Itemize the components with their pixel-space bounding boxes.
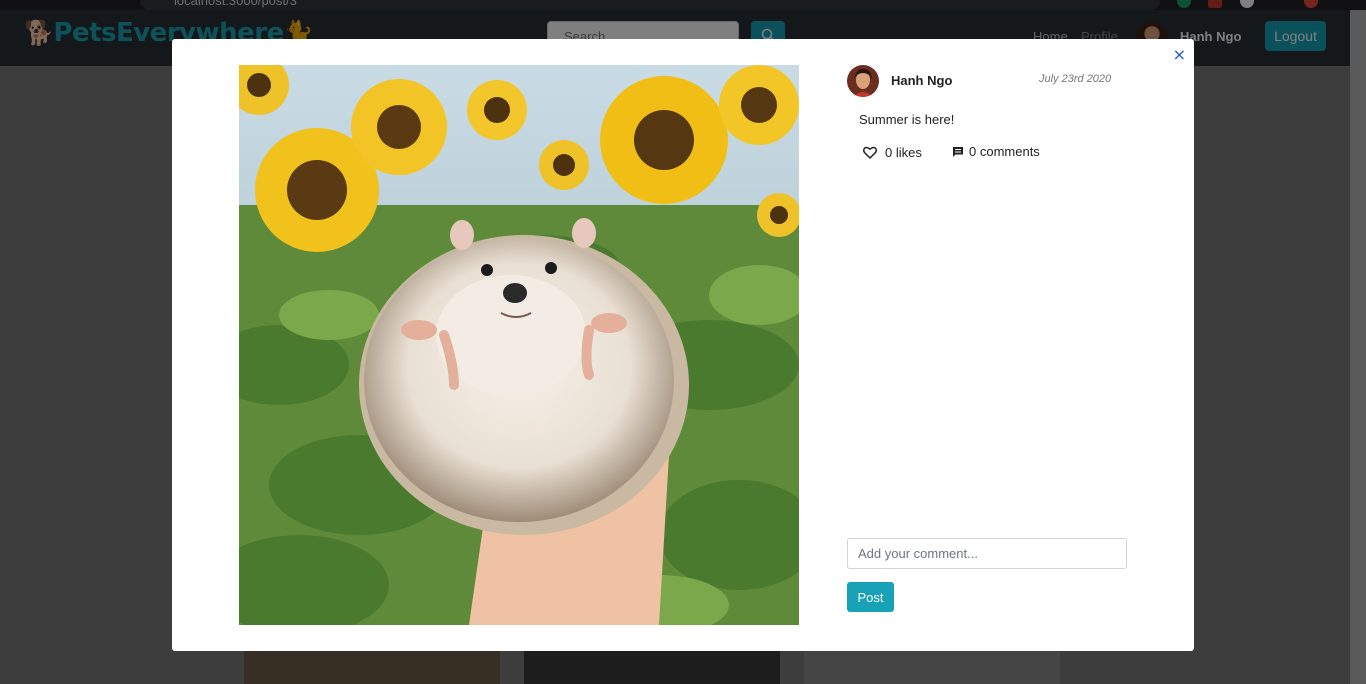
heart-outline-icon	[863, 146, 877, 159]
post-details: Hanh Ngo July 23rd 2020 Summer is here! …	[847, 65, 1127, 625]
likes-count: 0 likes	[885, 145, 922, 160]
post-modal: × Hanh Ngo July 23rd 2020 Summer is here…	[172, 39, 1194, 651]
like-button[interactable]: 0 likes	[863, 145, 922, 160]
post-photo	[239, 65, 799, 625]
comment-input[interactable]	[847, 538, 1127, 569]
post-caption: Summer is here!	[859, 112, 955, 127]
comments-button[interactable]: 0 comments	[952, 144, 1040, 159]
page-scrollbar[interactable]	[1350, 10, 1366, 684]
hedgehog-photo-image	[239, 65, 799, 625]
post-comment-button[interactable]: Post	[847, 582, 894, 612]
author-name[interactable]: Hanh Ngo	[891, 73, 952, 88]
comments-count: 0 comments	[969, 144, 1040, 159]
post-date: July 23rd 2020	[1039, 73, 1112, 85]
avatar-image	[847, 65, 879, 97]
author-avatar[interactable]	[847, 65, 879, 97]
close-button[interactable]: ×	[1173, 45, 1186, 64]
comment-bubble-icon	[953, 146, 963, 157]
